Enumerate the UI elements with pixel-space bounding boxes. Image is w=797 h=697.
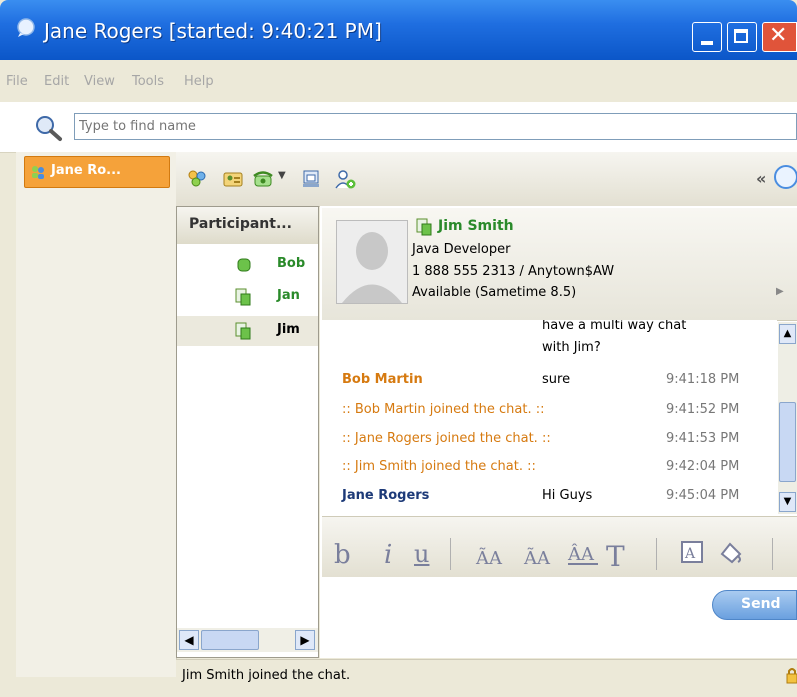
left-pane xyxy=(16,152,177,677)
svg-text:ÂA: ÂA xyxy=(567,542,595,565)
sametime-status-icon xyxy=(416,218,432,236)
sametime-status-icon xyxy=(235,322,251,340)
transcript-scrollbar[interactable]: ▲ ▼ xyxy=(778,322,797,514)
card-title: Java Developer xyxy=(412,242,511,257)
participant-row-jim[interactable]: Jim xyxy=(177,316,318,346)
person-silhouette-icon xyxy=(337,221,407,303)
participant-row-jane[interactable]: Jan xyxy=(177,282,318,312)
chat-tab-label: Jane Ro... xyxy=(51,163,121,178)
scroll-down-button[interactable]: ▼ xyxy=(779,492,796,512)
svg-text:ÃA: ÃA xyxy=(475,547,503,569)
system-message: :: Bob Martin joined the chat. :: xyxy=(342,402,545,417)
menu-view[interactable]: View xyxy=(84,74,115,89)
message-time: 9:41:18 PM xyxy=(666,372,740,387)
font-button[interactable]: T xyxy=(606,540,625,573)
close-button[interactable]: ✕ xyxy=(762,22,797,52)
participant-row-bob[interactable]: Bob xyxy=(177,250,318,280)
window-title: Jane Rogers [started: 9:40:21 PM] xyxy=(44,19,382,43)
paint-bucket-icon[interactable] xyxy=(718,540,744,566)
svg-text:A: A xyxy=(684,546,696,562)
participant-name: Bob xyxy=(277,256,306,271)
title-bar: Jane Rogers [started: 9:40:21 PM] ✕ xyxy=(0,0,797,60)
menu-tools[interactable]: Tools xyxy=(132,74,164,89)
shrink-font-icon[interactable]: ÃA xyxy=(522,538,554,570)
scroll-up-button[interactable]: ▲ xyxy=(779,324,796,344)
phone-icon[interactable] xyxy=(252,168,274,190)
business-card-icon[interactable] xyxy=(222,168,244,190)
search-icon xyxy=(36,116,62,141)
people-icon xyxy=(32,166,44,179)
chevron-down-icon[interactable]: ▼ xyxy=(278,170,286,181)
send-button[interactable]: Send xyxy=(712,590,797,620)
maximize-button[interactable] xyxy=(727,22,757,52)
system-message: :: Jim Smith joined the chat. :: xyxy=(342,459,536,474)
card-status: Available (Sametime 8.5) xyxy=(412,285,577,300)
italic-button[interactable]: i xyxy=(384,540,392,570)
status-available-icon xyxy=(237,258,251,272)
participants-header-label: Participant... xyxy=(189,216,292,232)
participants-header[interactable]: Participant... xyxy=(177,207,318,244)
message-text: sure xyxy=(542,372,571,387)
message-sender: Bob Martin xyxy=(342,372,423,387)
participants-scrollbar[interactable]: ◀ ▶ xyxy=(177,628,318,652)
sametime-status-icon xyxy=(235,288,251,306)
toolbar-separator xyxy=(450,538,451,570)
message-text: have a multi way chat xyxy=(542,320,687,333)
message-text: Hi Guys xyxy=(542,488,593,503)
bold-button[interactable]: b xyxy=(334,540,351,570)
avatar xyxy=(336,220,408,304)
status-text: Jim Smith joined the chat. xyxy=(182,668,351,683)
highlight-icon[interactable]: A xyxy=(680,540,704,566)
menu-help[interactable]: Help xyxy=(184,74,214,89)
minimize-button[interactable] xyxy=(692,22,722,52)
underline-button[interactable]: u xyxy=(414,540,429,568)
scroll-left-button[interactable]: ◀ xyxy=(179,630,199,650)
scroll-thumb[interactable] xyxy=(201,630,259,650)
participant-name: Jim xyxy=(277,322,300,337)
sametime-chat-icon xyxy=(17,18,35,37)
menu-file[interactable]: File xyxy=(6,74,28,89)
message-time: 9:41:53 PM xyxy=(666,431,740,446)
toolbar-separator xyxy=(656,538,657,570)
people-icon[interactable] xyxy=(186,168,208,190)
screen-share-icon[interactable] xyxy=(300,168,322,190)
search-box xyxy=(74,113,797,140)
svg-text:ÃA: ÃA xyxy=(523,547,551,569)
lock-icon xyxy=(786,668,797,684)
scroll-thumb[interactable] xyxy=(779,402,796,482)
grow-font-icon[interactable]: ÃA xyxy=(474,538,506,570)
menu-edit[interactable]: Edit xyxy=(44,74,69,89)
message-time: 9:41:52 PM xyxy=(666,402,740,417)
search-input[interactable] xyxy=(75,114,790,138)
card-name: Jim Smith xyxy=(438,218,514,234)
toolbar-separator xyxy=(772,538,773,570)
close-icon: ✕ xyxy=(769,23,788,48)
add-person-icon[interactable] xyxy=(334,168,356,190)
send-button-label: Send xyxy=(741,596,781,612)
menu-bar: File Edit View Tools Help xyxy=(0,60,797,102)
message-transcript: have a multi way chat with Jim? Bob Mart… xyxy=(322,320,777,514)
system-message: :: Jane Rogers joined the chat. :: xyxy=(342,431,551,446)
message-sender: Jane Rogers xyxy=(342,488,430,503)
message-text: with Jim? xyxy=(542,340,601,355)
font-color-icon[interactable]: ÂA xyxy=(566,538,600,570)
scroll-right-button[interactable]: ▶ xyxy=(295,630,315,650)
collapse-panel-button[interactable]: « xyxy=(756,169,766,188)
card-expand-arrow-icon[interactable]: ▶ xyxy=(776,286,784,297)
participant-name: Jan xyxy=(277,288,300,303)
message-time: 9:45:04 PM xyxy=(666,488,740,503)
sametime-chat-icon xyxy=(774,165,797,189)
card-phone: 1 888 555 2313 / Anytown$AW xyxy=(412,264,615,279)
message-time: 9:42:04 PM xyxy=(666,459,740,474)
chat-tab-jane-rogers[interactable]: Jane Ro... xyxy=(24,156,170,188)
